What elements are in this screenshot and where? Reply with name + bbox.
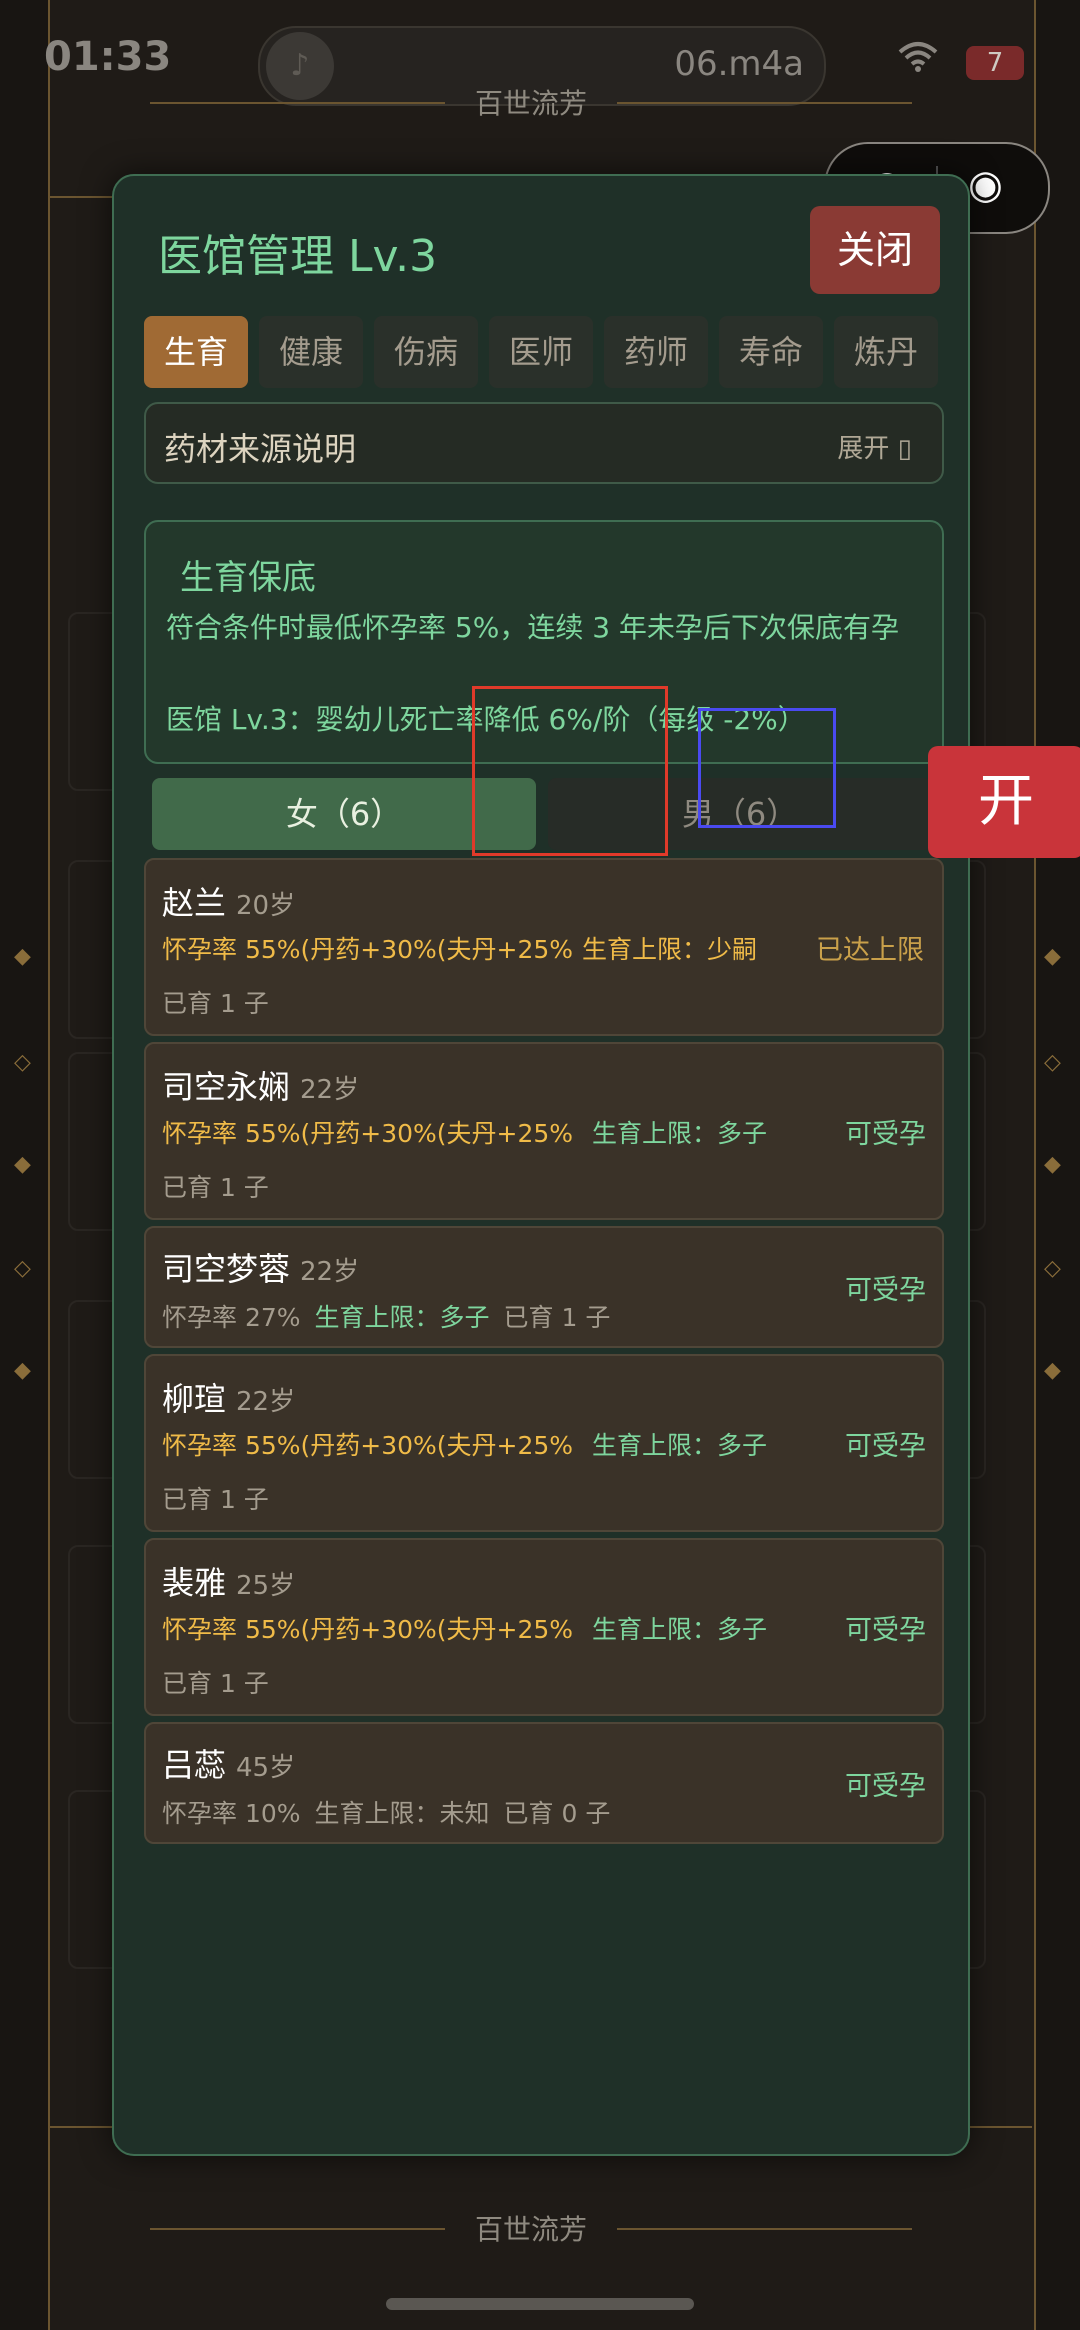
status-badge: 可受孕 [845,1615,926,1646]
pregnancy-rate: 怀孕率 55%(丹药+30%(夫丹+25% [162,1431,574,1460]
person-age: 22岁 [300,1257,360,1287]
birth-limit: 生育上限：未知 [314,1799,490,1828]
person-details: 怀孕率 10% 生育上限：未知 已育 0 子 [162,1794,624,1830]
game-title: 百世流芳 [150,82,912,122]
person-age: 22岁 [300,1075,360,1105]
list-item[interactable]: 吕蕊 45岁 怀孕率 10% 生育上限：未知 已育 0 子 可受孕 [144,1722,944,1844]
diamond-ornament-icon: ◆ [14,1358,31,1383]
hospital-management-dialog: 医馆管理 Lv.3 关闭 生育 健康 伤病 医师 药师 寿命 炼丹 药材来源说明… [112,174,970,2156]
list-item[interactable]: 裴雅 25岁 怀孕率 55%(丹药+30%(夫丹+25% 生育上限：多子 已育 1… [144,1538,944,1716]
list-item[interactable]: 司空梦蓉 22岁 怀孕率 27% 生育上限：多子 已育 1 子 可受孕 [144,1226,944,1348]
person-name-text: 司空梦蓉 [162,1250,291,1288]
pregnancy-rate: 怀孕率 55%(丹药+30%(夫丹+25% [162,1615,574,1644]
status-badge: 可受孕 [845,1275,926,1306]
birth-limit: 生育上限：多子 [592,1615,768,1644]
birth-limit: 生育上限：多子 [592,1431,768,1460]
person-name-text: 柳瑄 [162,1380,227,1418]
person-age: 22岁 [236,1387,296,1417]
diamond-ornament-icon: ◇ [1044,1050,1061,1075]
person-name: 柳瑄 22岁 [162,1374,295,1420]
status-badge: 已达上限 [816,935,924,966]
guarantee-rule: 符合条件时最低怀孕率 5%，连续 3 年未孕后下次保底有孕 [166,611,899,644]
person-name-text: 赵兰 [162,884,227,922]
herb-source-panel[interactable]: 药材来源说明 展开 ▯ [144,402,944,484]
diamond-ornament-icon: ◆ [14,944,31,969]
target-icon[interactable]: ◉ [968,162,1003,208]
status-time: 01:33 [44,34,172,80]
pregnancy-rate: 怀孕率 55%(丹药+30%(夫丹+25% [162,1119,574,1148]
diamond-ornament-icon: ◇ [14,1050,31,1075]
person-name: 司空梦蓉 22岁 [162,1244,359,1290]
close-button[interactable]: 关闭 [810,206,940,294]
highlight-box-blue [698,708,836,828]
children-count: 已育 1 子 [162,1173,269,1202]
children-count: 已育 1 子 [162,1669,269,1698]
diamond-ornament-icon: ◆ [1044,1358,1061,1383]
status-badge: 可受孕 [845,1771,926,1802]
diamond-ornament-icon: ◇ [14,1256,31,1281]
tab-physician[interactable]: 医师 [489,316,593,388]
birth-limit: 生育上限：多子 [592,1119,768,1148]
person-name: 司空永娴 22岁 [162,1062,359,1108]
diamond-ornament-icon: ◆ [1044,944,1061,969]
list-item[interactable]: 柳瑄 22岁 怀孕率 55%(丹药+30%(夫丹+25% 生育上限：多子 已育 1… [144,1354,944,1532]
diamond-ornament-icon: ◆ [1044,1152,1061,1177]
tab-alchemy[interactable]: 炼丹 [834,316,938,388]
tab-pharmacist[interactable]: 药师 [604,316,708,388]
tab-birth[interactable]: 生育 [144,316,248,388]
person-age: 45岁 [236,1753,296,1783]
diamond-ornament-icon: ◇ [1044,1256,1061,1281]
person-details: 怀孕率 27% 生育上限：多子 已育 1 子 [162,1298,624,1334]
person-name-text: 吕蕊 [162,1746,227,1784]
pregnancy-rate: 怀孕率 27% [162,1303,301,1332]
person-age: 25岁 [236,1571,296,1601]
children-count: 已育 1 子 [503,1303,611,1332]
herb-source-label: 药材来源说明 [164,430,357,468]
guarantee-title: 生育保底 [180,558,316,598]
list-item[interactable]: 赵兰 20岁 怀孕率 55%(丹药+30%(夫丹+25% 生育上限：少嗣 已育 1… [144,858,944,1036]
status-badge: 可受孕 [845,1431,926,1462]
diamond-ornament-icon: ◆ [14,1152,31,1177]
battery-indicator: 7 [966,46,1024,80]
person-name: 裴雅 25岁 [162,1558,295,1604]
person-age: 20岁 [236,891,296,921]
highlight-box-red [472,686,668,856]
category-tabs: 生育 健康 伤病 医师 药师 寿命 炼丹 [144,316,944,388]
game-footer: 百世流芳 [150,2208,912,2248]
music-file-name: 06.m4a [674,44,804,84]
list-item[interactable]: 司空永娴 22岁 怀孕率 55%(丹药+30%(夫丹+25% 生育上限：多子 已育… [144,1042,944,1220]
dialog-title: 医馆管理 Lv.3 [158,231,438,282]
game-title-text: 百世流芳 [474,87,587,120]
children-count: 已育 1 子 [162,1485,269,1514]
tab-health[interactable]: 健康 [259,316,363,388]
children-count: 已育 1 子 [162,989,269,1018]
birth-limit: 生育上限：多子 [314,1303,490,1332]
wifi-icon [898,40,938,80]
person-name: 吕蕊 45岁 [162,1740,295,1786]
home-indicator[interactable] [386,2298,694,2310]
person-name: 赵兰 20岁 [162,878,295,924]
person-name-text: 裴雅 [162,1564,227,1602]
person-name-text: 司空永娴 [162,1068,291,1106]
children-count: 已育 0 子 [503,1799,611,1828]
status-badge: 可受孕 [845,1119,926,1150]
pregnancy-rate: 怀孕率 55%(丹药+30%(夫丹+25% [162,935,574,964]
game-footer-text: 百世流芳 [474,2213,587,2246]
tab-injury[interactable]: 伤病 [374,316,478,388]
expand-toggle[interactable]: 展开 ▯ [837,428,912,465]
birth-limit: 生育上限：少嗣 [582,935,758,964]
tab-lifespan[interactable]: 寿命 [719,316,823,388]
pregnancy-rate: 怀孕率 10% [162,1799,301,1828]
open-button[interactable]: 开 [928,746,1080,858]
